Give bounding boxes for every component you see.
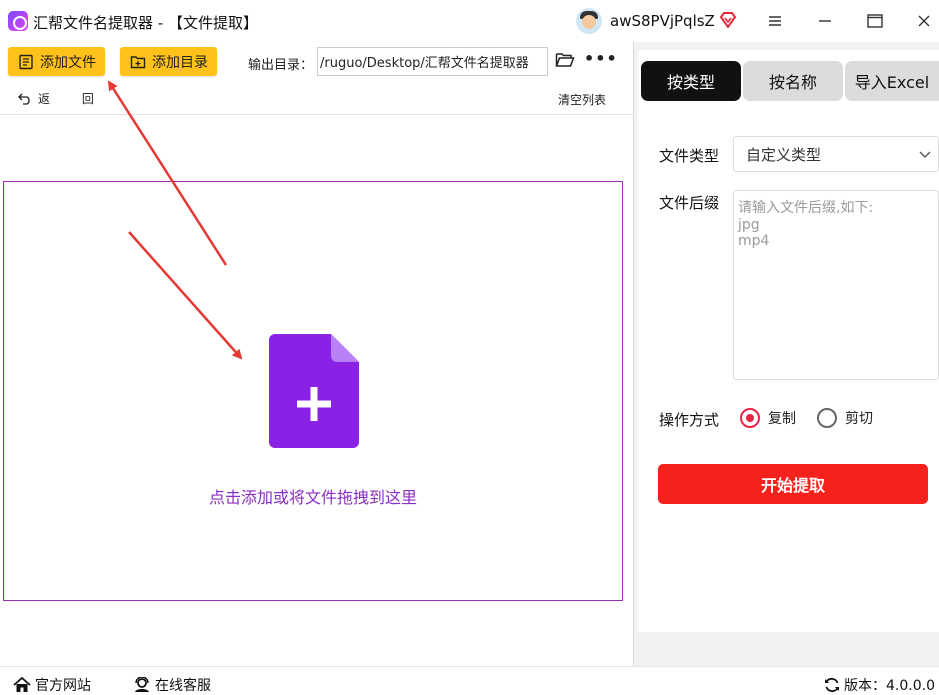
menu-icon[interactable]	[760, 8, 790, 34]
file-list-icon	[19, 54, 33, 69]
file-type-value: 自定义类型	[746, 145, 822, 164]
online-support-label: 在线客服	[155, 678, 211, 694]
file-type-select[interactable]: 自定义类型	[733, 136, 939, 172]
version-label: 版本：4.0.0.0	[844, 678, 935, 694]
app-logo-icon	[8, 11, 28, 31]
close-icon[interactable]	[909, 8, 939, 34]
add-directory-button[interactable]: 添加目录	[120, 47, 217, 76]
folder-open-icon[interactable]	[555, 52, 575, 68]
file-suffix-input[interactable]	[733, 190, 939, 380]
add-file-icon[interactable]	[269, 334, 359, 448]
add-file-button[interactable]: 添加文件	[8, 47, 105, 76]
radio-copy-label: 复制	[768, 411, 796, 427]
start-extract-button[interactable]: 开始提取	[658, 464, 928, 504]
output-dir-label: 输出目录：	[248, 58, 314, 73]
official-website-label: 官方网站	[35, 678, 91, 694]
vip-diamond-icon[interactable]	[719, 12, 737, 28]
add-folder-icon	[130, 55, 146, 68]
toolbar-divider	[0, 114, 633, 115]
operation-label: 操作方式	[659, 411, 720, 429]
more-icon[interactable]: •••	[584, 49, 618, 68]
radio-unchecked-icon	[817, 408, 837, 428]
maximize-icon[interactable]	[860, 8, 890, 34]
file-drop-zone[interactable]: 点击添加或将文件拖拽到这里	[3, 181, 623, 601]
file-type-label: 文件类型	[659, 147, 720, 165]
radio-copy[interactable]: 复制	[740, 408, 796, 428]
support-agent-icon	[135, 677, 149, 692]
output-dir-field[interactable]	[317, 47, 548, 76]
add-directory-label: 添加目录	[152, 54, 208, 71]
undo-icon	[18, 93, 30, 105]
clear-list-button[interactable]: 清空列表	[558, 91, 606, 108]
online-support-link[interactable]: 在线客服	[133, 675, 211, 695]
radio-cut[interactable]: 剪切	[817, 408, 873, 428]
official-website-link[interactable]: 官方网站	[13, 675, 91, 695]
add-file-label: 添加文件	[40, 54, 96, 71]
username[interactable]: awS8PVjPqlsZ	[610, 12, 715, 30]
window-title: 汇帮文件名提取器 - 【文件提取】	[33, 14, 258, 32]
refresh-icon	[825, 677, 839, 693]
drop-hint-text: 点击添加或将文件拖拽到这里	[208, 488, 417, 507]
back-button[interactable]: 返 回	[18, 90, 108, 107]
file-suffix-label: 文件后缀	[659, 194, 720, 212]
tab-import-excel[interactable]: 导入Excel	[845, 61, 939, 101]
back-label: 返 回	[38, 92, 108, 106]
version-info: 版本：4.0.0.0	[824, 675, 935, 695]
radio-checked-icon	[740, 408, 760, 428]
chevron-down-icon	[919, 151, 931, 158]
tab-by-type[interactable]: 按类型	[641, 61, 741, 101]
radio-cut-label: 剪切	[845, 411, 873, 427]
home-icon	[13, 677, 31, 692]
status-bar: 官方网站 在线客服 版本：4.0.0.0	[0, 666, 939, 695]
avatar[interactable]	[576, 8, 602, 34]
tab-by-name[interactable]: 按名称	[743, 61, 843, 101]
minimize-icon[interactable]	[810, 8, 840, 34]
title-bar: 汇帮文件名提取器 - 【文件提取】 awS8PVjPqlsZ	[0, 0, 939, 42]
